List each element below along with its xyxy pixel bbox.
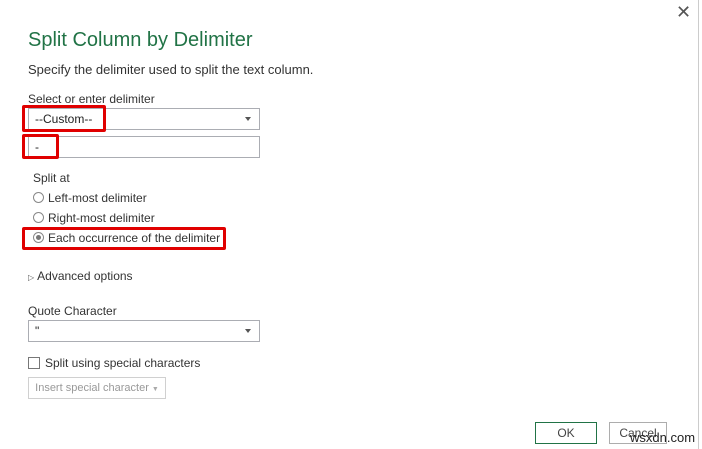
checkbox-label: Split using special characters bbox=[45, 356, 201, 370]
radio-right-most[interactable]: Right-most delimiter bbox=[33, 211, 155, 225]
advanced-options-toggle[interactable]: ▷ Advanced options bbox=[28, 269, 133, 283]
quote-label: Quote Character bbox=[28, 304, 117, 318]
special-chars-checkbox[interactable]: Split using special characters bbox=[28, 356, 200, 370]
chevron-down-icon: ▼ bbox=[151, 386, 159, 393]
custom-delimiter-input[interactable]: - bbox=[28, 136, 260, 158]
chevron-down-icon bbox=[245, 329, 251, 333]
ok-button[interactable]: OK bbox=[535, 422, 597, 444]
close-icon[interactable]: ✕ bbox=[676, 2, 691, 23]
quote-select[interactable]: " bbox=[28, 320, 260, 342]
highlight-box bbox=[22, 227, 226, 250]
checkbox-icon bbox=[28, 357, 40, 369]
radio-label: Left-most delimiter bbox=[48, 191, 147, 205]
radio-icon bbox=[33, 212, 44, 223]
window-edge bbox=[698, 0, 699, 449]
quote-selected-value: " bbox=[35, 324, 40, 338]
triangle-right-icon: ▷ bbox=[28, 273, 35, 282]
highlight-box bbox=[22, 105, 106, 132]
split-at-label: Split at bbox=[33, 171, 70, 185]
chevron-down-icon bbox=[245, 117, 251, 121]
insert-special-character-button[interactable]: Insert special character ▼ bbox=[28, 377, 166, 399]
radio-label: Right-most delimiter bbox=[48, 211, 155, 225]
highlight-box bbox=[22, 134, 59, 159]
radio-icon bbox=[33, 192, 44, 203]
radio-left-most[interactable]: Left-most delimiter bbox=[33, 191, 147, 205]
dialog-title: Split Column by Delimiter bbox=[28, 29, 253, 51]
dialog-description: Specify the delimiter used to split the … bbox=[28, 62, 314, 77]
advanced-options-label: Advanced options bbox=[37, 269, 133, 283]
button-label: Insert special character bbox=[35, 382, 149, 394]
delimiter-label: Select or enter delimiter bbox=[28, 92, 155, 106]
watermark: wsxdn.com bbox=[630, 430, 696, 445]
